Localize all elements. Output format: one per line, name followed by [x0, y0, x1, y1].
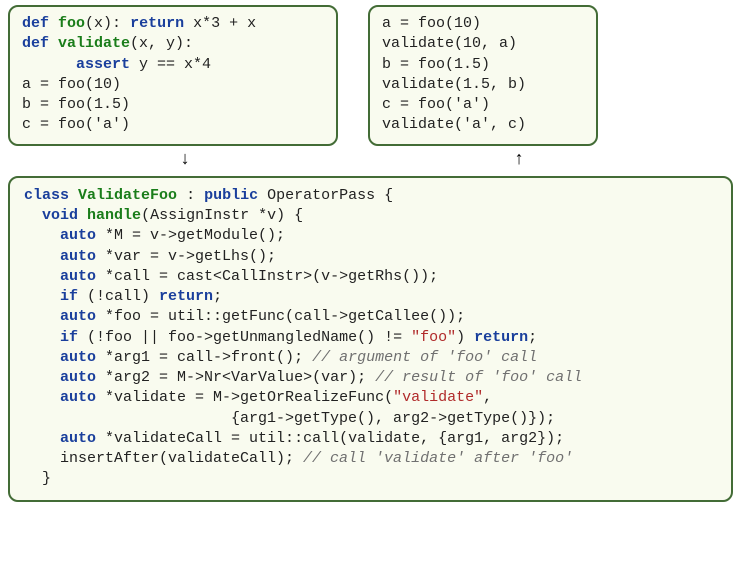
stmt-b: b = foo(1.5): [22, 96, 130, 113]
out-l3: b = foo(1.5): [382, 56, 490, 73]
line-close-brace: }: [24, 470, 51, 487]
fn-handle: handle: [87, 207, 141, 224]
kw-class: class: [24, 187, 69, 204]
fn-validate: validate: [58, 35, 130, 52]
code-box-input: def foo(x): return x*3 + x def validate(…: [8, 5, 338, 146]
out-l6: validate('a', c): [382, 116, 526, 133]
out-l5: c = foo('a'): [382, 96, 490, 113]
out-l2: validate(10, a): [382, 35, 517, 52]
fn-foo: foo: [58, 15, 85, 32]
out-l4: validate(1.5, b): [382, 76, 526, 93]
out-l1: a = foo(10): [382, 15, 481, 32]
string-foo: "foo": [411, 329, 456, 346]
arrow-row: ↓ ↑: [8, 148, 736, 172]
class-name: ValidateFoo: [78, 187, 177, 204]
line-gettype: {arg1->getType(), arg2->getType()});: [24, 410, 555, 427]
arrow-down-icon: ↓: [8, 148, 362, 172]
code-box-pass: class ValidateFoo : public OperatorPass …: [8, 176, 733, 502]
string-validate: "validate": [393, 389, 483, 406]
comment-arg1: // argument of 'foo' call: [312, 349, 537, 366]
top-row: def foo(x): return x*3 + x def validate(…: [8, 5, 736, 146]
arrow-up-icon: ↑: [392, 148, 646, 172]
comment-insertafter: // call 'validate' after 'foo': [303, 450, 573, 467]
stmt-a: a = foo(10): [22, 76, 121, 93]
kw-def: def: [22, 15, 49, 32]
code-box-output: a = foo(10) validate(10, a) b = foo(1.5)…: [368, 5, 598, 146]
comment-arg2: // result of 'foo' call: [375, 369, 582, 386]
stmt-c: c = foo('a'): [22, 116, 130, 133]
